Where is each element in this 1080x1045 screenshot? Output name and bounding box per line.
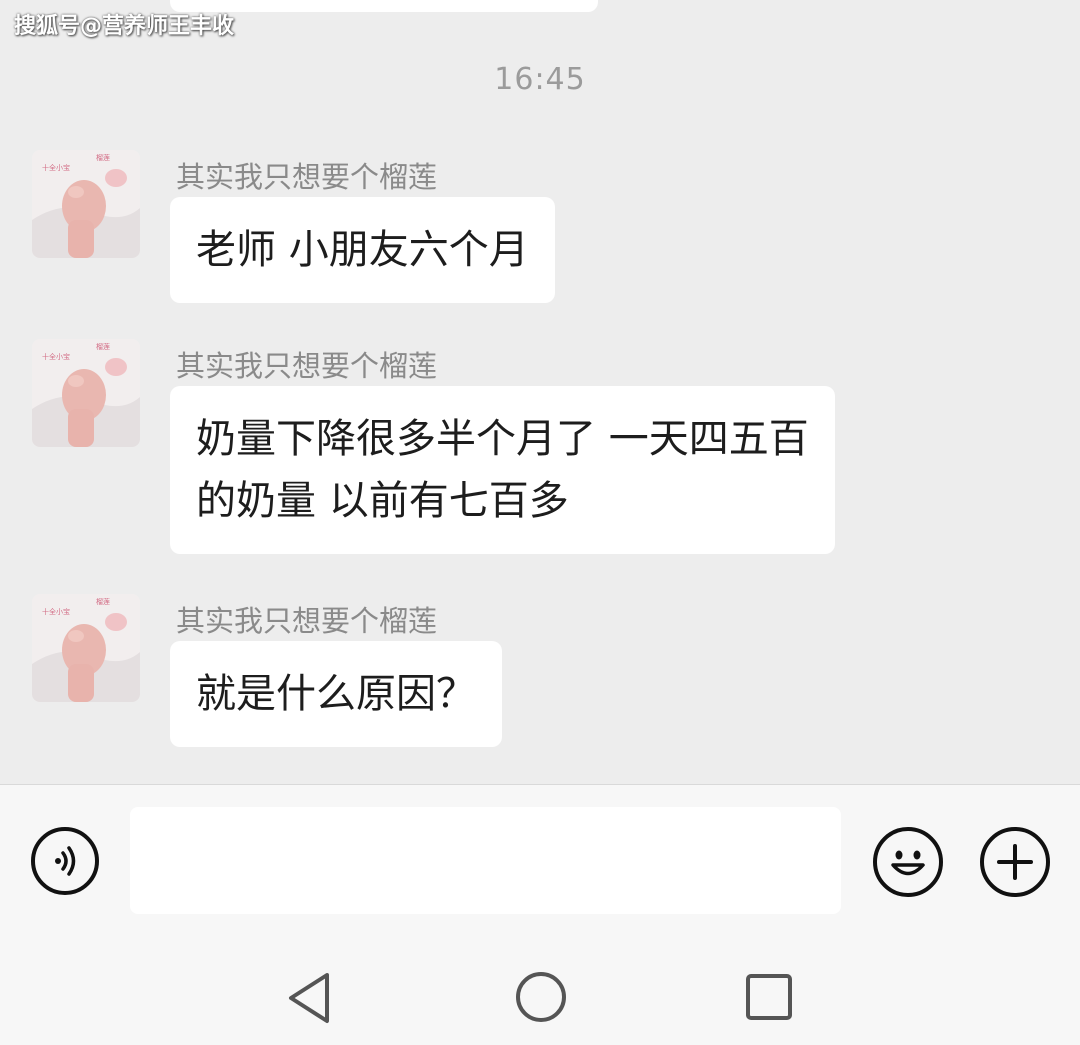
svg-text:十全小宝: 十全小宝 <box>42 607 70 616</box>
sender-name: 其实我只想要个榴莲 <box>176 349 438 383</box>
emoji-button[interactable] <box>873 827 943 897</box>
svg-text:榴莲: 榴莲 <box>96 153 110 162</box>
back-button[interactable] <box>285 971 335 1029</box>
sender-name: 其实我只想要个榴莲 <box>176 160 438 194</box>
svg-text:榴莲: 榴莲 <box>96 597 110 606</box>
avatar[interactable]: 十全小宝 榴莲 <box>32 150 140 258</box>
recents-button[interactable] <box>745 973 793 1025</box>
home-button[interactable] <box>514 970 568 1028</box>
more-button[interactable] <box>980 827 1050 897</box>
message-bubble[interactable]: 老师 小朋友六个月 <box>170 197 555 303</box>
chat-area[interactable]: 16:45 十全小宝 榴莲 其实我只想要个榴莲 老师 小朋友六个月 十全小宝 榴… <box>0 0 1080 784</box>
circle-home-icon <box>516 972 566 1022</box>
triangle-back-icon <box>289 973 329 1023</box>
avatar[interactable]: 十全小宝 榴莲 <box>32 594 140 702</box>
watermark: 搜狐号@营养师王丰收 <box>14 14 235 39</box>
avatar[interactable]: 十全小宝 榴莲 <box>32 339 140 447</box>
svg-text:十全小宝: 十全小宝 <box>42 163 70 172</box>
svg-text:十全小宝: 十全小宝 <box>42 352 70 361</box>
message-bubble[interactable]: 就是什么原因？ <box>170 641 502 747</box>
plus-icon <box>997 844 1033 880</box>
message-text: 老师 小朋友六个月 <box>196 227 529 273</box>
voice-icon <box>55 846 76 876</box>
sender-name: 其实我只想要个榴莲 <box>176 604 438 638</box>
square-recents-icon <box>746 974 792 1020</box>
message-bubble[interactable]: 奶量下降很多半个月了 一天四五百 的奶量 以前有七百多 <box>170 386 835 554</box>
system-nav-bar <box>0 935 1080 1045</box>
input-bar <box>0 785 1080 935</box>
message-text: 就是什么原因？ <box>196 671 476 717</box>
emoji-icon <box>891 850 925 876</box>
message-text-line: 的奶量 以前有七百多 <box>196 478 569 524</box>
svg-text:榴莲: 榴莲 <box>96 342 110 351</box>
previous-message-bubble[interactable] <box>170 0 598 12</box>
message-text-line: 奶量下降很多半个月了 一天四五百 <box>196 416 809 462</box>
voice-button[interactable] <box>31 827 99 895</box>
message-timestamp: 16:45 <box>494 62 586 97</box>
message-input[interactable] <box>130 807 841 914</box>
